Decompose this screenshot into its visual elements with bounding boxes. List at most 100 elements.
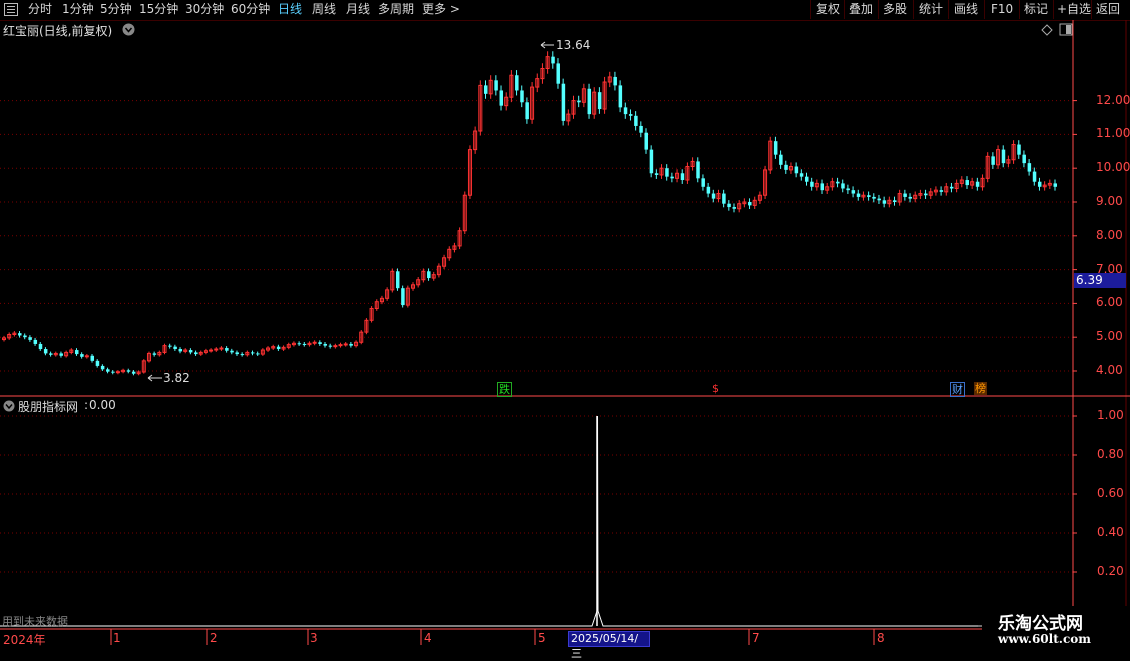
y-tick-label: 9.00 xyxy=(1096,194,1123,208)
candle-body-down xyxy=(836,181,840,184)
indicator-collapse-icon[interactable] xyxy=(3,400,15,412)
x-axis-label-jan: 1 xyxy=(113,631,121,645)
candle-body-down xyxy=(711,193,716,199)
candle-body-down xyxy=(276,346,281,350)
candle-body-down xyxy=(395,271,400,289)
candle-body-down xyxy=(779,154,783,165)
x-axis-label-apr: 4 xyxy=(424,631,432,645)
x-axis-label-year: 2024年 xyxy=(3,633,46,647)
candle-body-down xyxy=(152,353,157,355)
candle-body-down xyxy=(349,343,353,346)
candle-body-down xyxy=(483,85,488,94)
candle-body-down xyxy=(194,352,198,355)
y-tick-label: 8.00 xyxy=(1096,227,1123,242)
candle-body-down xyxy=(975,181,980,187)
indicator-y-tick-label: 0.80 xyxy=(1097,447,1124,461)
candle-body-down xyxy=(804,176,809,182)
candle-body-down xyxy=(903,193,907,197)
event-tag-finance[interactable]: 财 xyxy=(950,382,965,397)
candle-body-down xyxy=(318,342,322,344)
event-tag-ranking[interactable]: 榜 xyxy=(974,382,987,395)
candle-body-down xyxy=(820,183,825,191)
candle-body-down xyxy=(178,349,183,352)
candle-body-down xyxy=(618,85,623,108)
candle-body-down xyxy=(706,186,711,194)
candle-body-down xyxy=(525,102,529,120)
candle-body-down xyxy=(587,88,592,115)
indicator-value: 0.00 xyxy=(89,398,116,412)
candle-body-down xyxy=(965,180,969,186)
candle-body-down xyxy=(494,80,498,91)
x-axis-label-may: 5 xyxy=(538,631,546,645)
candle-body-down xyxy=(949,186,954,189)
candle-body-down xyxy=(732,207,737,209)
y-tick-label: 4.00 xyxy=(1096,363,1123,377)
candle-body-down xyxy=(1001,149,1006,164)
candle-body-down xyxy=(188,350,193,353)
candle-body-down xyxy=(867,195,871,197)
candle-body-down xyxy=(799,173,804,177)
candle-body-down xyxy=(613,76,617,86)
current-price-label: 6.39 xyxy=(1076,273,1103,287)
candle-body-down xyxy=(90,355,95,361)
y-tick-label: 5.00 xyxy=(1096,329,1123,344)
candle-body-down xyxy=(680,173,685,181)
x-axis-label-jul: 7 xyxy=(752,631,760,645)
candle-body-down xyxy=(106,369,110,372)
event-tag-drop[interactable]: 跌 xyxy=(497,382,512,397)
candle-body-down xyxy=(131,371,136,374)
candle-body-down xyxy=(773,141,778,155)
candle-body-down xyxy=(639,125,643,133)
candle-body-down xyxy=(628,114,633,116)
candle-body-down xyxy=(872,196,876,199)
candle-body-down xyxy=(515,75,519,91)
candle-body-down xyxy=(794,166,799,174)
candle-body-down xyxy=(577,100,581,103)
low-price-label: 3.82 xyxy=(163,371,190,385)
candle-body-down xyxy=(1027,163,1032,172)
kline-chart[interactable] xyxy=(0,0,1130,650)
candle-body-down xyxy=(908,196,913,199)
watermark-title: 乐淘公式网 xyxy=(998,614,1083,634)
x-axis-label-feb: 2 xyxy=(210,631,218,645)
candle-body-down xyxy=(1053,183,1057,187)
candle-body-down xyxy=(696,161,700,179)
y-tick-label: 6.00 xyxy=(1096,295,1123,310)
candle-body-down xyxy=(670,176,674,179)
high-price-label: 13.64 xyxy=(556,38,591,52)
candle-body-down xyxy=(297,343,302,345)
event-tag-dollar[interactable]: $ xyxy=(711,382,720,395)
candle-body-down xyxy=(126,370,131,372)
candle-body-down xyxy=(100,365,105,370)
candle-body-down xyxy=(499,90,504,106)
y-tick-label: 11.00 xyxy=(1096,126,1130,141)
candle-body-down xyxy=(877,198,881,201)
indicator-y-tick-label: 0.40 xyxy=(1097,525,1124,539)
candle-body-down xyxy=(924,193,928,196)
candle-body-down xyxy=(893,200,897,202)
cursor-date-box: 2025/05/14/三 xyxy=(568,631,650,660)
candle-body-down xyxy=(701,178,705,187)
candle-body-down xyxy=(256,353,260,355)
candle-body-down xyxy=(401,288,405,306)
candle-body-down xyxy=(28,337,32,340)
watermark-url: www.60lt.com xyxy=(998,632,1091,646)
indicator-sep: : xyxy=(84,398,89,412)
candle-body-down xyxy=(235,352,239,355)
candle-body-down xyxy=(225,348,229,351)
candle-body-down xyxy=(33,339,38,344)
candle-body-down xyxy=(1017,144,1021,155)
candle-body-down xyxy=(556,63,560,84)
candle-body-down xyxy=(939,190,944,192)
candle-body-down xyxy=(623,107,628,115)
candle-body-up xyxy=(209,349,214,352)
indicator-y-tick-label: 0.60 xyxy=(1097,486,1124,500)
candle-body-down xyxy=(727,203,731,208)
candle-body-down xyxy=(1037,181,1042,187)
candle-body-down xyxy=(520,90,524,103)
indicator-line xyxy=(0,415,978,627)
candle-body-down xyxy=(649,149,654,174)
candle-body-down xyxy=(111,371,115,373)
indicator-y-tick-label: 1.00 xyxy=(1097,408,1124,422)
candle-body-up xyxy=(343,343,348,346)
